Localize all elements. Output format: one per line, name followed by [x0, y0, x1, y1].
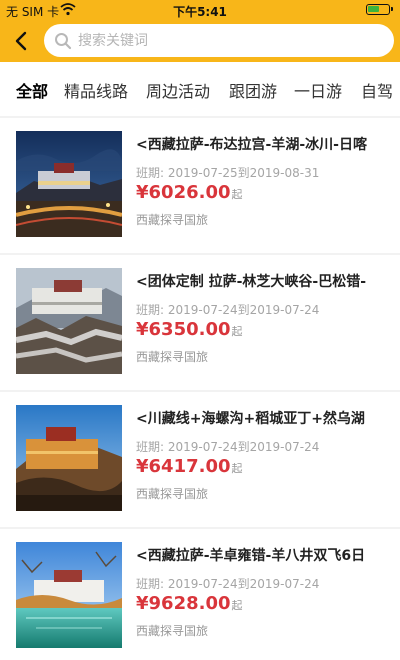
product-title: <西藏拉萨-羊卓雍错-羊八井双飞6日	[136, 548, 366, 564]
product-agency: 西藏探寻国旅	[136, 350, 209, 364]
product-agency: 西藏探寻国旅	[136, 487, 209, 501]
search-icon	[55, 33, 72, 50]
product-price: ¥6417.00	[136, 456, 231, 477]
product-title: <西藏拉萨-布达拉宫-羊湖-冰川-日喀	[136, 137, 367, 153]
price-row: ¥9628.00起	[136, 593, 243, 614]
product-title: <川藏线+海螺沟+稻城亚丁+然乌湖	[136, 411, 365, 427]
price-row: ¥6417.00起	[136, 456, 243, 477]
tab-self-drive[interactable]: 自驾	[361, 78, 393, 102]
list-item[interactable]: <川藏线+海螺沟+稻城亚丁+然乌湖 班期: 2019-07-24到2019-07…	[0, 392, 400, 527]
product-title: <团体定制 拉萨-林芝大峡谷-巴松错-	[136, 274, 367, 290]
tab-group-tours[interactable]: 跟团游	[229, 78, 277, 102]
product-agency: 西藏探寻国旅	[136, 624, 209, 638]
clock: 下午5:41	[173, 5, 227, 19]
price-row: ¥6350.00起	[136, 319, 243, 340]
product-schedule: 班期: 2019-07-24到2019-07-24	[136, 303, 320, 317]
search-input[interactable]	[78, 24, 378, 57]
list-item[interactable]: <西藏拉萨-布达拉宫-羊湖-冰川-日喀 班期: 2019-07-25到2019-…	[0, 118, 400, 253]
price-row: ¥6026.00起	[136, 182, 243, 203]
tab-premium-routes[interactable]: 精品线路	[64, 78, 128, 102]
product-image	[16, 268, 122, 374]
nav-bar	[0, 20, 400, 62]
battery-icon	[366, 4, 393, 15]
product-schedule: 班期: 2019-07-24到2019-07-24	[136, 440, 320, 454]
product-agency: 西藏探寻国旅	[136, 213, 209, 227]
price-suffix: 起	[231, 462, 243, 475]
tab-day-trips[interactable]: 一日游	[294, 78, 342, 102]
product-image	[16, 542, 122, 648]
price-suffix: 起	[231, 188, 243, 201]
list-item[interactable]: <西藏拉萨-羊卓雍错-羊八井双飞6日 班期: 2019-07-24到2019-0…	[0, 529, 400, 660]
tab-all[interactable]: 全部	[16, 78, 48, 102]
category-tabs: 全部 精品线路 周边活动 跟团游 一日游 自驾	[0, 62, 400, 116]
price-suffix: 起	[231, 599, 243, 612]
product-price: ¥6026.00	[136, 182, 231, 203]
back-button[interactable]	[8, 26, 36, 56]
product-image	[16, 405, 122, 511]
product-price: ¥6350.00	[136, 319, 231, 340]
product-schedule: 班期: 2019-07-24到2019-07-24	[136, 577, 320, 591]
product-schedule: 班期: 2019-07-25到2019-08-31	[136, 166, 320, 180]
price-suffix: 起	[231, 325, 243, 338]
search-box[interactable]	[44, 24, 394, 57]
list-item[interactable]: <团体定制 拉萨-林芝大峡谷-巴松错- 班期: 2019-07-24到2019-…	[0, 255, 400, 390]
product-image	[16, 131, 122, 237]
chevron-left-icon	[15, 31, 27, 51]
product-price: ¥9628.00	[136, 593, 231, 614]
tab-nearby-activities[interactable]: 周边活动	[146, 78, 210, 102]
status-bar: 无 SIM 卡 下午5:41	[0, 0, 400, 20]
